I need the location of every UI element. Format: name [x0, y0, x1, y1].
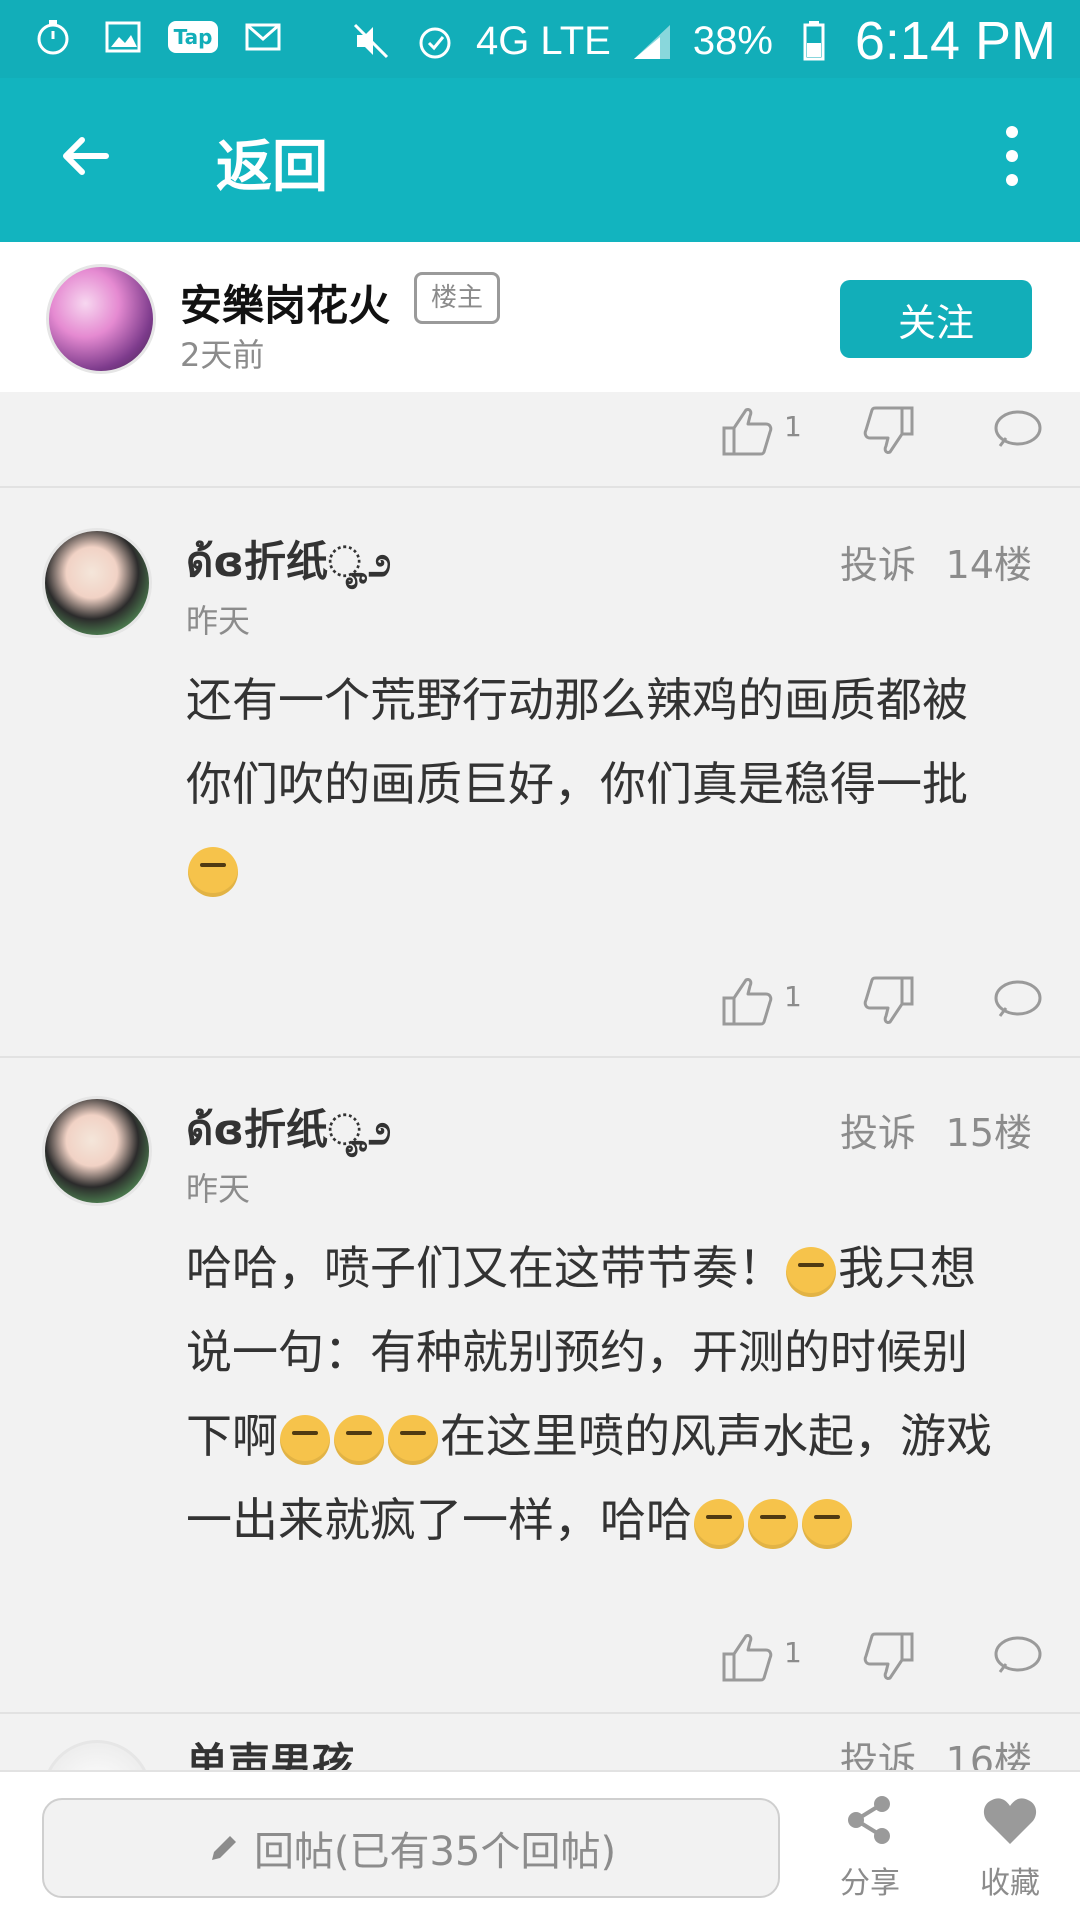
- sweat-emoji-icon: [280, 1414, 330, 1465]
- floor-number: 14楼: [945, 543, 1032, 587]
- comment-text-segment: 下啊: [186, 1409, 278, 1463]
- comment-icon[interactable]: [988, 972, 1046, 1030]
- status-right: 4G LTE 38% 6:14 PM: [348, 10, 1056, 72]
- battery-percent: 38%: [692, 18, 773, 63]
- thumbs-down-icon[interactable]: [860, 1628, 918, 1686]
- comment-icon[interactable]: [988, 1628, 1046, 1686]
- tap-app-icon: Tap: [167, 14, 219, 60]
- laugh-cry-emoji-icon: [694, 1498, 744, 1549]
- comment-line-emoji: [186, 826, 1036, 910]
- floor-number: 15楼: [945, 1111, 1032, 1155]
- network-indicator: 4G LTE: [475, 18, 611, 63]
- comment-text-segment: 哈哈，喷子们又在这带节奏！: [186, 1241, 784, 1295]
- op-badge: 楼主: [414, 272, 501, 324]
- op-header: 安樂岗花火 楼主 2天前 关注: [0, 242, 1080, 392]
- stopwatch-icon: [30, 14, 76, 60]
- mute-icon: [348, 18, 394, 64]
- comment-line: 你们吹的画质巨好，你们真是稳得一批: [186, 757, 968, 811]
- pencil-icon: [211, 1836, 236, 1860]
- page-title[interactable]: 返回: [216, 122, 328, 203]
- laugh-cry-emoji-icon: [786, 1246, 836, 1297]
- follow-button[interactable]: 关注: [840, 280, 1032, 358]
- thumbs-up-icon[interactable]: [718, 972, 776, 1030]
- divider: [0, 1056, 1080, 1058]
- comment-text: 哈哈，喷子们又在这带节奏！ 我只想 说一句：有种就别预约，开测的时候别 下啊 在这里…: [186, 1226, 1036, 1562]
- sweat-emoji-icon: [388, 1414, 438, 1465]
- op-username[interactable]: 安樂岗花火: [180, 272, 390, 333]
- comment-text-segment: 一出来就疯了一样，哈哈: [186, 1493, 692, 1547]
- avatar[interactable]: [42, 1096, 152, 1206]
- comment-username[interactable]: ด้ɞ折纸ೄ೨: [186, 528, 391, 595]
- app-bar: 返回: [0, 78, 1080, 242]
- divider: [0, 486, 1080, 488]
- favorite-label: 收藏: [980, 1866, 1040, 1901]
- reply-placeholder: 回帖(已有35个回帖): [253, 1829, 617, 1875]
- comment-text-segment: 在这里喷的风声水起，游戏: [440, 1409, 992, 1463]
- share-icon: [848, 1796, 890, 1844]
- comment-timestamp: 昨天: [186, 1170, 251, 1208]
- alarm-icon: [412, 18, 458, 64]
- divider: [0, 1712, 1080, 1714]
- avatar[interactable]: [42, 528, 152, 638]
- clock: 6:14 PM: [854, 11, 1056, 71]
- comment-timestamp: 昨天: [186, 602, 251, 640]
- battery-icon: [791, 18, 837, 64]
- back-arrow-icon[interactable]: [56, 126, 116, 186]
- status-bar: Tap 4G LTE 38% 6:14 PM: [0, 0, 1080, 78]
- comment-icon[interactable]: [988, 402, 1046, 460]
- heart-icon: [983, 1798, 1037, 1844]
- mail-icon: [240, 14, 286, 60]
- comment-line: 下啊 在这里喷的风声水起，游戏: [186, 1394, 1036, 1478]
- avatar[interactable]: [46, 264, 156, 374]
- unamused-emoji-icon: [188, 846, 238, 897]
- like-count: 1: [784, 980, 802, 1013]
- floor-number: 16楼: [945, 1740, 1032, 1770]
- report-link[interactable]: 投诉: [840, 1740, 916, 1770]
- thumbs-up-icon[interactable]: [718, 1628, 776, 1686]
- favorite-button[interactable]: 收藏: [960, 1792, 1060, 1902]
- report-link[interactable]: 投诉: [840, 534, 916, 589]
- op-actions: 1: [0, 392, 1080, 472]
- comment-text: 还有一个荒野行动那么辣鸡的画质都被 你们吹的画质巨好，你们真是稳得一批: [186, 658, 1036, 910]
- laugh-cry-emoji-icon: [748, 1498, 798, 1549]
- thumbs-up-icon[interactable]: [718, 402, 776, 460]
- like-count: 1: [784, 1636, 802, 1669]
- like-count: 1: [784, 410, 802, 443]
- share-button[interactable]: 分享: [820, 1792, 920, 1902]
- comment-username[interactable]: 单声男孩: [186, 1740, 354, 1770]
- comment-actions: 1: [0, 962, 1080, 1042]
- comment-line: 还有一个荒野行动那么辣鸡的画质都被: [186, 673, 968, 727]
- laugh-cry-emoji-icon: [802, 1498, 852, 1549]
- comment-item-partial: 单声男孩 投诉 16楼: [0, 1740, 1080, 1770]
- reply-input[interactable]: 回帖(已有35个回帖): [42, 1798, 780, 1898]
- share-label: 分享: [840, 1866, 900, 1901]
- bottom-bar: 回帖(已有35个回帖) 分享 收藏: [0, 1770, 1080, 1922]
- signal-icon: [629, 18, 675, 64]
- sweat-emoji-icon: [334, 1414, 384, 1465]
- comment-line: 哈哈，喷子们又在这带节奏！ 我只想: [186, 1226, 1036, 1310]
- comment-username[interactable]: ด้ɞ折纸ೄ೨: [186, 1096, 391, 1163]
- op-timestamp: 2天前: [180, 336, 265, 374]
- image-icon: [100, 14, 146, 60]
- comment-text-segment: 我只想: [838, 1241, 976, 1295]
- status-left: Tap: [30, 14, 286, 60]
- avatar[interactable]: [42, 1740, 152, 1770]
- more-icon[interactable]: [1004, 126, 1020, 186]
- comment-line: 说一句：有种就别预约，开测的时候别: [186, 1325, 968, 1379]
- thumbs-down-icon[interactable]: [860, 972, 918, 1030]
- report-link[interactable]: 投诉: [840, 1102, 916, 1157]
- thumbs-down-icon[interactable]: [860, 402, 918, 460]
- comment-actions: 1: [0, 1618, 1080, 1698]
- comment-line: 一出来就疯了一样，哈哈: [186, 1478, 1036, 1562]
